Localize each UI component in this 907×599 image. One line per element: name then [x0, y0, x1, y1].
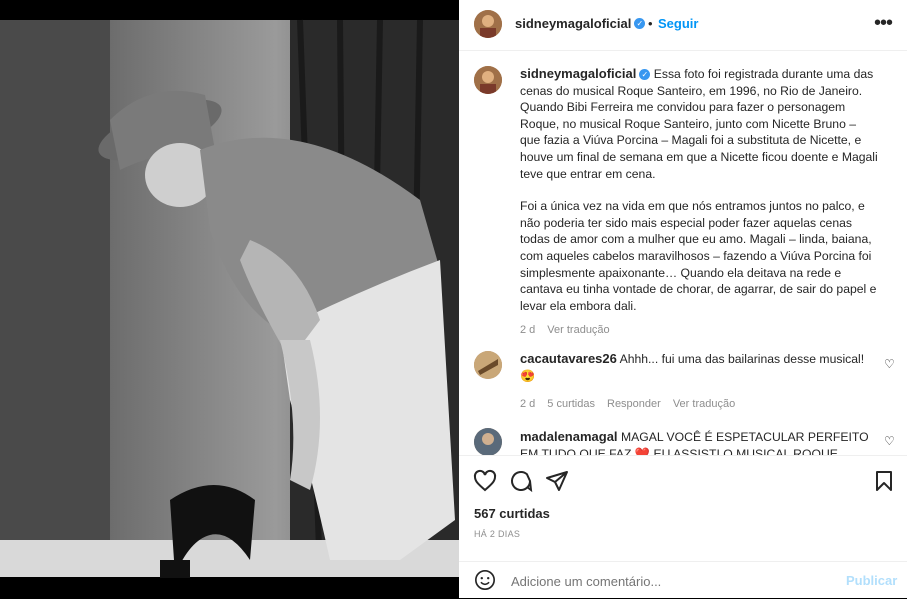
comment-username[interactable]: madalenamagal [520, 429, 618, 444]
post-caption: sidneymagaloficial ✓ Essa foto foi regist… [520, 66, 878, 339]
comment-composer: Publicar [459, 561, 907, 599]
bookmark-icon[interactable] [872, 469, 896, 493]
comment-avatar[interactable] [474, 428, 502, 455]
caption-avatar[interactable] [474, 66, 502, 94]
comment-input[interactable] [509, 570, 833, 592]
comment-like-icon[interactable]: ♡ [884, 434, 895, 448]
comment-username[interactable]: cacautavares26 [520, 351, 617, 366]
heart-icon[interactable] [473, 469, 497, 493]
post-date: HÁ 2 DIAS [474, 529, 521, 539]
caption-paragraph-1: Essa foto foi registrada durante uma das… [520, 67, 878, 181]
likes-count[interactable]: 567 curtidas [474, 506, 550, 521]
follow-button[interactable]: Seguir [658, 16, 698, 31]
share-icon[interactable] [545, 469, 569, 493]
caption-translate[interactable]: Ver tradução [547, 324, 609, 336]
comment-like-icon[interactable]: ♡ [884, 357, 895, 371]
photo-image [0, 19, 459, 578]
comment-item: madalenamagal MAGAL VOCÊ É ESPETACULAR P… [520, 429, 870, 455]
comment-item: cacautavares26 Ahhh... fui uma das baila… [520, 351, 870, 413]
post-panel: sidneymagaloficial ✓ • Seguir ••• sidneym… [459, 0, 907, 598]
comment-icon[interactable] [509, 469, 533, 493]
post-actions: 567 curtidas HÁ 2 DIAS [459, 455, 907, 556]
verified-icon: ✓ [639, 69, 651, 81]
publish-button[interactable]: Publicar [846, 573, 897, 588]
avatar-image [474, 428, 502, 455]
author-username[interactable]: sidneymagaloficial [515, 16, 631, 31]
reply-button[interactable]: Responder [607, 398, 661, 410]
avatar-image [474, 66, 502, 94]
comments-section[interactable]: sidneymagaloficial ✓ Essa foto foi regist… [459, 51, 907, 455]
post-photo[interactable] [0, 0, 459, 598]
header-separator: • [648, 16, 653, 31]
avatar-image [474, 351, 502, 379]
comment-avatar[interactable] [474, 351, 502, 379]
comment-likes[interactable]: 5 curtidas [547, 398, 595, 410]
author-avatar[interactable] [474, 10, 502, 38]
verified-icon: ✓ [634, 18, 646, 30]
caption-paragraph-2: Foi a única vez na vida em que nós entra… [520, 199, 877, 313]
caption-time[interactable]: 2 d [520, 324, 535, 336]
caption-username[interactable]: sidneymagaloficial [520, 66, 636, 81]
more-icon[interactable]: ••• [874, 12, 893, 35]
post-header: sidneymagaloficial ✓ • Seguir ••• [459, 0, 907, 51]
emoji-icon[interactable] [474, 569, 496, 591]
avatar-image [474, 10, 502, 38]
comment-time[interactable]: 2 d [520, 398, 535, 410]
comment-translate[interactable]: Ver tradução [673, 398, 735, 410]
